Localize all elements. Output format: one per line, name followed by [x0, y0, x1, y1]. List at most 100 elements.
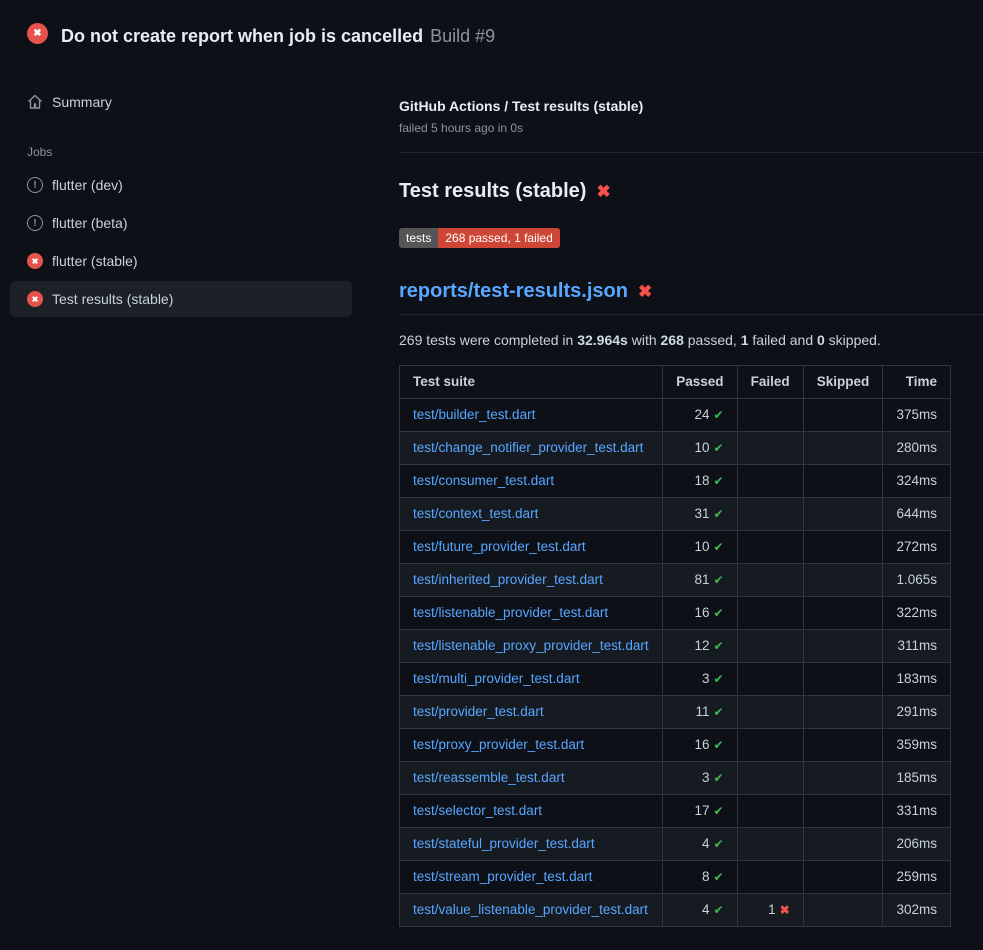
check-icon: ✔ — [713, 540, 723, 554]
table-row: test/listenable_provider_test.dart16✔322… — [400, 597, 951, 630]
passed-cell: 18✔ — [663, 465, 737, 498]
check-icon: ✔ — [713, 408, 723, 422]
sidebar-item-summary[interactable]: Summary — [10, 85, 352, 119]
check-icon: ✔ — [713, 837, 723, 851]
sidebar: Summary Jobs !flutter (dev)!flutter (bet… — [0, 61, 375, 319]
failed-cell — [737, 399, 803, 432]
passed-cell: 3✔ — [663, 762, 737, 795]
suite-link[interactable]: test/builder_test.dart — [413, 407, 535, 422]
divider — [399, 152, 983, 153]
failed-cell: 1✖ — [737, 894, 803, 927]
table-row: test/provider_test.dart11✔291ms — [400, 696, 951, 729]
table-row: test/multi_provider_test.dart3✔183ms — [400, 663, 951, 696]
time-cell: 183ms — [883, 663, 951, 696]
suite-link[interactable]: test/provider_test.dart — [413, 704, 544, 719]
summary-text: 269 tests were completed in — [399, 332, 577, 348]
suite-link[interactable]: test/consumer_test.dart — [413, 473, 554, 488]
passed-cell: 10✔ — [663, 432, 737, 465]
table-row: test/change_notifier_provider_test.dart 1… — [400, 432, 951, 465]
failed-cell — [737, 498, 803, 531]
report-file-link[interactable]: reports/test-results.json — [399, 280, 628, 303]
column-header-passed: Passed — [663, 366, 737, 399]
badge-value: 268 passed, 1 failed — [438, 228, 559, 248]
check-icon: ✔ — [713, 672, 723, 686]
jobs-heading: Jobs — [27, 145, 375, 159]
check-icon: ✔ — [713, 771, 723, 785]
passed-cell: 10✔ — [663, 531, 737, 564]
skipped-cell — [803, 663, 883, 696]
skipped-cell — [803, 762, 883, 795]
skipped-cell — [803, 696, 883, 729]
check-icon: ✔ — [713, 870, 723, 884]
passed-cell: 4✔ — [663, 894, 737, 927]
sidebar-item-test-results-stable[interactable]: ✖Test results (stable) — [10, 281, 352, 317]
column-header-skipped: Skipped — [803, 366, 883, 399]
skipped-cell — [803, 894, 883, 927]
table-row: test/listenable_proxy_provider_test.dart… — [400, 630, 951, 663]
column-header-failed: Failed — [737, 366, 803, 399]
time-cell: 259ms — [883, 861, 951, 894]
home-icon — [27, 94, 43, 110]
suite-link[interactable]: test/reassemble_test.dart — [413, 770, 565, 785]
skipped-cell — [803, 597, 883, 630]
passed-cell: 16✔ — [663, 597, 737, 630]
time-cell: 359ms — [883, 729, 951, 762]
suite-link[interactable]: test/stream_provider_test.dart — [413, 869, 592, 884]
column-header-test-suite: Test suite — [400, 366, 663, 399]
failed-cell — [737, 861, 803, 894]
sidebar-item-flutter-dev[interactable]: !flutter (dev) — [10, 167, 352, 203]
badge-label: tests — [399, 228, 438, 248]
time-cell: 331ms — [883, 795, 951, 828]
suite-link[interactable]: test/future_provider_test.dart — [413, 539, 586, 554]
suite-link[interactable]: test/change_notifier_provider_test.dart — [413, 440, 643, 455]
table-row: test/stateful_provider_test.dart4✔206ms — [400, 828, 951, 861]
failed-cell — [737, 696, 803, 729]
job-label: flutter (stable) — [52, 253, 138, 269]
failed-cell — [737, 828, 803, 861]
report-heading: reports/test-results.json ✖ — [399, 280, 983, 315]
page-title: Do not create report when job is cancell… — [61, 17, 495, 49]
suite-link[interactable]: test/value_listenable_provider_test.dart — [413, 902, 648, 917]
check-icon: ✔ — [713, 705, 723, 719]
time-cell: 302ms — [883, 894, 951, 927]
skipped-cell — [803, 399, 883, 432]
passed-cell: 24✔ — [663, 399, 737, 432]
build-title: Do not create report when job is cancell… — [61, 26, 423, 46]
skipped-cell — [803, 465, 883, 498]
time-cell: 311ms — [883, 630, 951, 663]
summary-text: with — [628, 332, 661, 348]
sidebar-jobs-list: !flutter (dev)!flutter (beta)✖flutter (s… — [0, 167, 375, 317]
time-cell: 324ms — [883, 465, 951, 498]
table-body: test/builder_test.dart24✔375mstest/chang… — [400, 399, 951, 927]
suite-link[interactable]: test/stateful_provider_test.dart — [413, 836, 595, 851]
suite-link[interactable]: test/inherited_provider_test.dart — [413, 572, 603, 587]
table-row: test/selector_test.dart17✔331ms — [400, 795, 951, 828]
sidebar-item-flutter-beta[interactable]: !flutter (beta) — [10, 205, 352, 241]
suite-cell: test/stream_provider_test.dart — [400, 861, 663, 894]
suite-link[interactable]: test/proxy_provider_test.dart — [413, 737, 584, 752]
summary-number: 268 — [661, 332, 684, 348]
summary-text: skipped. — [825, 332, 881, 348]
suite-link[interactable]: test/context_test.dart — [413, 506, 538, 521]
sidebar-item-flutter-stable[interactable]: ✖flutter (stable) — [10, 243, 352, 279]
main-content: GitHub Actions / Test results (stable) f… — [375, 61, 983, 927]
passed-cell: 81✔ — [663, 564, 737, 597]
table-row: test/inherited_provider_test.dart81✔1.06… — [400, 564, 951, 597]
time-cell: 644ms — [883, 498, 951, 531]
suite-cell: test/context_test.dart — [400, 498, 663, 531]
failed-cell — [737, 531, 803, 564]
suite-link[interactable]: test/listenable_proxy_provider_test.dart — [413, 638, 649, 653]
cancelled-icon: ! — [27, 215, 43, 231]
skipped-cell — [803, 531, 883, 564]
suite-link[interactable]: test/selector_test.dart — [413, 803, 542, 818]
suite-cell: test/proxy_provider_test.dart — [400, 729, 663, 762]
tests-badge: tests 268 passed, 1 failed — [399, 228, 560, 248]
suite-cell: test/provider_test.dart — [400, 696, 663, 729]
suite-link[interactable]: test/listenable_provider_test.dart — [413, 605, 608, 620]
suite-link[interactable]: test/multi_provider_test.dart — [413, 671, 580, 686]
suite-cell: test/future_provider_test.dart — [400, 531, 663, 564]
failed-cell — [737, 762, 803, 795]
table-row: test/stream_provider_test.dart8✔259ms — [400, 861, 951, 894]
failed-cell — [737, 663, 803, 696]
failed-cell — [737, 597, 803, 630]
